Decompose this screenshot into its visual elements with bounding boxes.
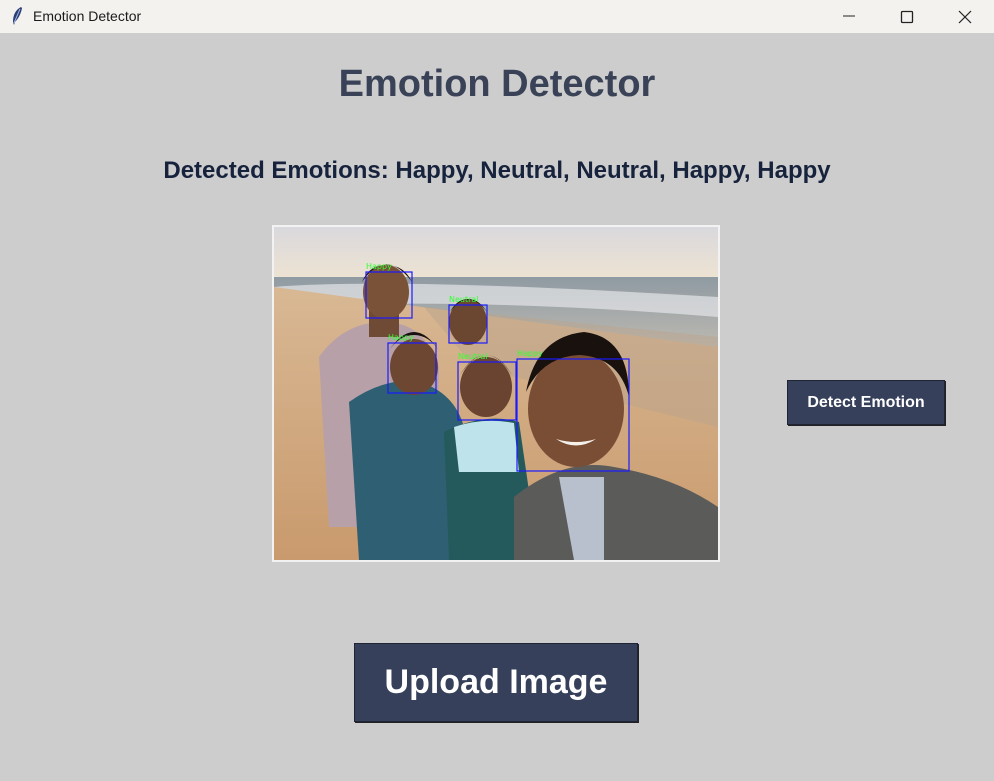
close-button[interactable]	[936, 0, 994, 33]
upload-image-button[interactable]: Upload Image	[354, 643, 638, 722]
minimize-icon	[843, 15, 855, 17]
face-label-1: Happy	[366, 262, 392, 271]
detected-emotions-text: Detected Emotions: Happy, Neutral, Neutr…	[163, 157, 831, 184]
maximize-button[interactable]	[878, 0, 936, 33]
maximize-icon	[900, 10, 914, 24]
feather-icon	[13, 7, 22, 25]
group-photo-image: Happy Neutral Happy Neutral Happy	[274, 227, 718, 560]
detect-emotion-button[interactable]: Detect Emotion	[787, 380, 945, 425]
title-bar: Emotion Detector	[0, 0, 994, 33]
window-title: Emotion Detector	[33, 8, 142, 24]
face-label-2: Neutral	[449, 295, 479, 304]
face-label-4: Neutral	[458, 352, 488, 361]
face-label-3: Happy	[388, 333, 414, 342]
annotated-photo: Happy Neutral Happy Neutral Happy	[272, 225, 720, 562]
face-label-5: Happy	[517, 349, 543, 358]
page-title: Emotion Detector	[338, 63, 656, 105]
close-icon	[958, 10, 972, 24]
minimize-button[interactable]	[820, 0, 878, 33]
main-window: Emotion Detector Detected Emotions: Happ…	[0, 33, 994, 781]
